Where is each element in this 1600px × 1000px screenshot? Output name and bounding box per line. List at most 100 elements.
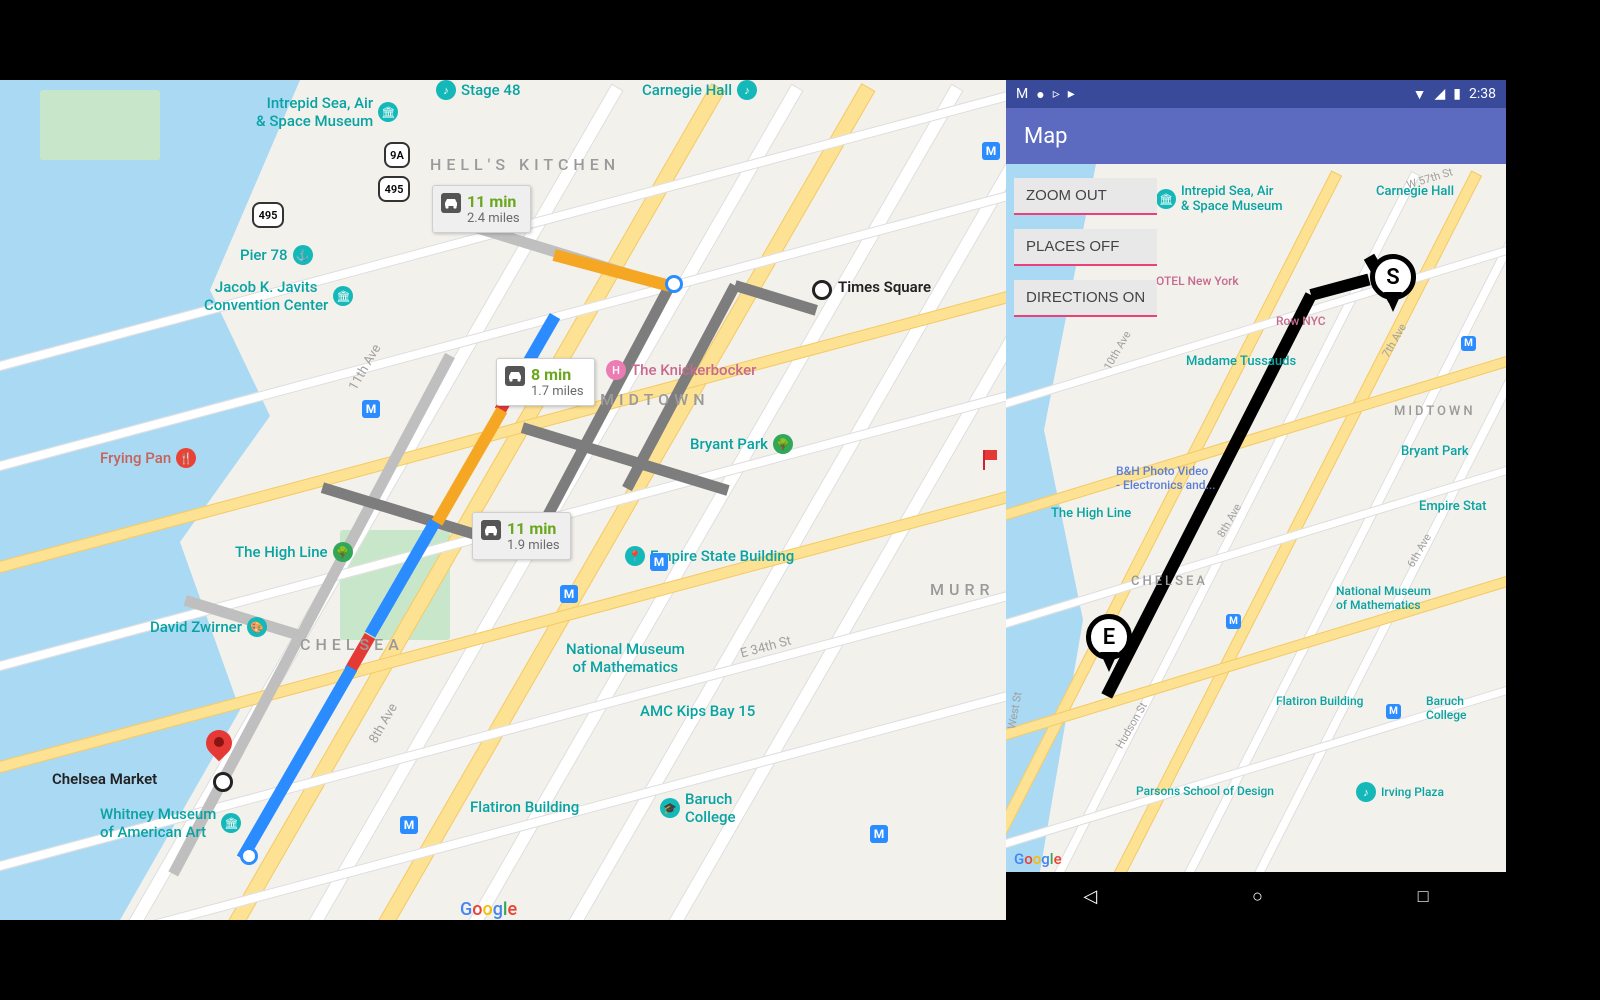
r-poi-otel[interactable]: OTEL New York	[1156, 274, 1239, 288]
origin-ring	[812, 280, 832, 300]
r-poi-parsons[interactable]: Parsons School of Design	[1136, 784, 1274, 798]
park-icon: 🌳	[333, 542, 353, 562]
district-murray: MURR	[930, 580, 995, 599]
poi-carnegie[interactable]: Carnegie Hall♪	[642, 80, 757, 100]
poi-baruch[interactable]: 🎓Baruch College	[660, 790, 736, 826]
dest-label: Chelsea Market	[52, 770, 157, 788]
hotel-icon: H	[606, 360, 626, 380]
pin-icon: 🏛	[221, 813, 241, 833]
r-poi-flatiron[interactable]: Flatiron Building	[1276, 694, 1363, 708]
google-attribution: Google	[1014, 850, 1062, 868]
r-poi-intrepid[interactable]: 🏛Intrepid Sea, Air & Space Museum	[1156, 184, 1283, 214]
route-a-dist: 2.4 miles	[467, 211, 520, 226]
r-poi-bryant[interactable]: Bryant Park	[1401, 444, 1469, 459]
play-icon: ▸	[1068, 86, 1075, 103]
district-hk: HELL'S KITCHEN	[430, 155, 620, 174]
poi-whitney[interactable]: Whitney Museum of American Art🏛	[100, 805, 241, 841]
poi-knick[interactable]: HThe Knickerbocker	[606, 360, 756, 380]
r-poi-row[interactable]: Row NYC	[1276, 314, 1326, 328]
end-pin[interactable]: E	[1086, 614, 1132, 674]
poi-highline[interactable]: The High Line🌳	[235, 542, 353, 562]
route-start-dot	[665, 275, 683, 293]
origin-label: Times Square	[838, 278, 931, 296]
pin-icon: 🏛	[333, 286, 353, 306]
r-poi-highline[interactable]: The High Line	[1051, 506, 1131, 521]
district-midtown: MIDTOWN	[600, 390, 710, 409]
poi-amc[interactable]: AMC Kips Bay 15	[640, 702, 755, 720]
metro-icon: M	[1461, 336, 1476, 351]
car-icon	[505, 366, 525, 386]
poi-javits[interactable]: Jacob K. Javits Convention Center🏛	[204, 278, 353, 314]
dest-ring	[213, 772, 233, 792]
poi-natmath[interactable]: National Museum of Mathematics	[566, 640, 685, 676]
r-district-midtown: MIDTOWN	[1394, 404, 1476, 419]
route-c-time: 11 min	[507, 519, 560, 538]
pin-icon: 🎨	[247, 617, 267, 637]
route-end-dot	[240, 847, 258, 865]
pin-icon: ♪	[436, 80, 456, 100]
left-google-map[interactable]: 11 min 2.4 miles 8 min 1.7 miles 11 min …	[0, 80, 1006, 920]
metro-icon: M	[870, 825, 888, 843]
signal-icon: ◢	[1435, 86, 1446, 103]
app-bar: Map	[1006, 108, 1506, 164]
zoom-out-button[interactable]: ZOOM OUT	[1014, 178, 1157, 213]
poi-pier78[interactable]: Pier 78⚓	[240, 245, 313, 265]
google-attribution: Google	[460, 899, 517, 920]
metro-icon: M	[560, 585, 578, 603]
directions-on-button[interactable]: DIRECTIONS ON	[1014, 280, 1157, 315]
home-icon[interactable]: ○	[1252, 886, 1263, 907]
r-poi-tussauds[interactable]: Madame Tussauds	[1186, 354, 1296, 369]
circle-icon: ●	[1036, 86, 1044, 103]
flag-icon	[983, 450, 997, 470]
metro-icon: M	[400, 816, 418, 834]
poi-stage48[interactable]: ♪Stage 48	[436, 80, 520, 100]
car-icon	[481, 520, 501, 540]
r-poi-empire[interactable]: Empire Stat	[1419, 499, 1487, 514]
back-icon[interactable]: ◁	[1083, 886, 1097, 907]
places-off-button[interactable]: PLACES OFF	[1014, 229, 1157, 264]
r-poi-bh[interactable]: B&H Photo Video - Electronics and...	[1116, 464, 1216, 492]
poi-bryant[interactable]: Bryant Park🌳	[690, 434, 793, 454]
stage: 11 min 2.4 miles 8 min 1.7 miles 11 min …	[0, 80, 1600, 920]
status-icons-right: ▼ ◢ ▮ 2:38	[1413, 86, 1496, 103]
r-poi-irving[interactable]: ♪Irving Plaza	[1356, 782, 1444, 802]
metro-icon: M	[362, 400, 380, 418]
poi-intrepid[interactable]: Intrepid Sea, Air & Space Museum🏛	[256, 94, 398, 130]
route-b-time: 8 min	[531, 365, 584, 384]
pin-icon: ⚓	[293, 245, 313, 265]
metro-icon: M	[982, 142, 1000, 160]
r-poi-natmath[interactable]: National Museum of Mathematics	[1336, 584, 1431, 612]
hwy-shield: 9A	[384, 142, 410, 168]
pin-icon: 📍	[625, 546, 645, 566]
r-poi-baruch[interactable]: Baruch College	[1426, 694, 1466, 722]
gmail-icon: M	[1016, 86, 1028, 103]
metro-icon: M	[650, 553, 668, 571]
district-chelsea: CHELSEA	[300, 635, 404, 654]
metro-icon: M	[1226, 614, 1241, 629]
route-b-label[interactable]: 8 min 1.7 miles	[496, 358, 595, 406]
toggle-button-list: ZOOM OUT PLACES OFF DIRECTIONS ON	[1014, 178, 1157, 315]
poi-fryingpan[interactable]: Frying Pan🍴	[100, 448, 196, 468]
app-title: Map	[1024, 124, 1068, 149]
pin-icon: 🏛	[1156, 189, 1176, 209]
route-c-label[interactable]: 11 min 1.9 miles	[472, 512, 571, 560]
clock: 2:38	[1469, 86, 1496, 103]
route-a-label[interactable]: 11 min 2.4 miles	[432, 185, 531, 233]
right-phone: M ● ▹ ▸ ▼ ◢ ▮ 2:38 Map S E 🏛Intrepi	[1006, 80, 1506, 920]
android-nav-bar: ◁ ○ □	[1006, 872, 1506, 920]
park	[40, 90, 160, 160]
pin-icon: ♪	[1356, 782, 1376, 802]
status-icons-left: M ● ▹ ▸	[1016, 86, 1075, 103]
r-district-chelsea: CHELSEA	[1131, 574, 1208, 589]
metro-icon: M	[1386, 704, 1401, 719]
poi-flatiron[interactable]: Flatiron Building	[470, 798, 579, 816]
start-pin[interactable]: S	[1370, 254, 1416, 314]
pin-icon: 🎓	[660, 798, 680, 818]
route-b-dist: 1.7 miles	[531, 384, 584, 399]
pin-tail-icon	[1384, 292, 1402, 312]
recents-icon[interactable]: □	[1418, 886, 1429, 907]
park-icon: 🌳	[773, 434, 793, 454]
battery-icon: ▮	[1453, 86, 1461, 103]
dest-pin-icon	[206, 730, 232, 766]
poi-zwirner[interactable]: David Zwirner🎨	[150, 617, 267, 637]
